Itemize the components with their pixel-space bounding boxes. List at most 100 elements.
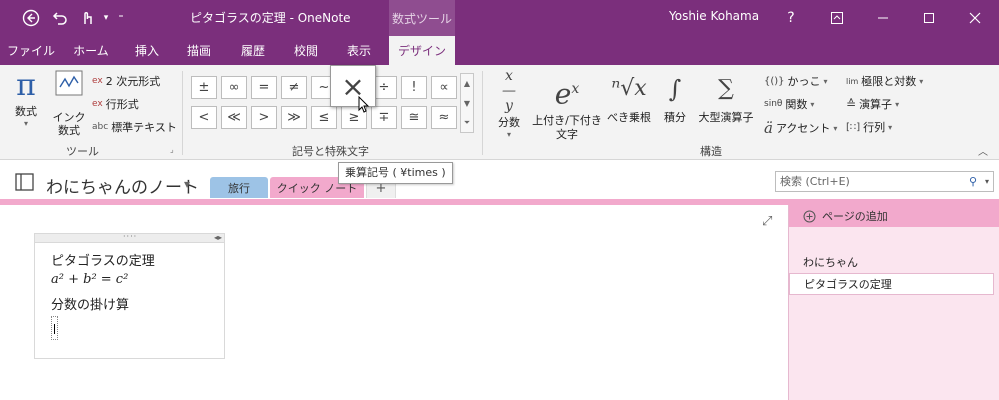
chevron-down-icon: ▾ — [888, 122, 893, 132]
symbol-approx[interactable]: ≈ — [431, 106, 457, 129]
symbol-much-less-than[interactable]: ≪ — [221, 106, 247, 129]
symbol-factorial[interactable]: ! — [401, 76, 427, 99]
search-icon[interactable]: ⚲ — [969, 172, 977, 191]
bracket-button[interactable]: {()} かっこ ▾ — [764, 73, 828, 89]
note-drag-handle[interactable]: ···· ◂▸ — [35, 232, 224, 243]
professional-button[interactable]: ex 2 次元形式 — [92, 73, 160, 89]
note-container[interactable]: ···· ◂▸ ピタゴラスの定理 a² + b² = c² 分数の掛け算 — [34, 232, 225, 359]
symbol-greater-than[interactable]: > — [251, 106, 277, 129]
operator-label: 演算子 — [859, 98, 893, 111]
symbol-plus-minus[interactable]: ± — [191, 76, 217, 99]
fraction-label: 分数 — [498, 116, 520, 129]
equation-placeholder[interactable] — [51, 316, 58, 340]
user-name[interactable]: Yoshie Kohama — [669, 9, 759, 23]
symbol-not-equal[interactable]: ≠ — [281, 76, 307, 99]
customize-quick-access-icon[interactable]: ⁼ — [114, 0, 128, 36]
normal-text-button[interactable]: abc 標準テキスト — [92, 119, 177, 135]
ink-equation-icon — [50, 69, 88, 111]
equation-line[interactable]: a² + b² = c² — [51, 272, 128, 287]
symbol-much-greater-than[interactable]: ≫ — [281, 106, 307, 129]
function-icon: sinθ — [764, 99, 783, 109]
symbol-minus-plus[interactable]: ∓ — [371, 106, 397, 129]
ribbon-display-options-icon[interactable] — [814, 0, 860, 36]
symbol-less-than[interactable]: < — [191, 106, 217, 129]
page-item[interactable]: わにちゃん — [789, 251, 994, 273]
chevron-down-icon: ▾ — [506, 130, 511, 139]
expand-page-icon[interactable]: ⤢ — [762, 214, 772, 229]
tab-history[interactable]: 履歴 — [226, 36, 280, 65]
section-tab-travel[interactable]: 旅行 — [210, 177, 268, 198]
symbol-gallery-scroll[interactable]: ▲ ▼ ⏷ — [460, 73, 474, 133]
integral-button[interactable]: ∫ 積分 — [658, 69, 692, 125]
chevron-down-icon: ▾ — [895, 99, 900, 109]
hovered-symbol-times[interactable]: × — [330, 65, 376, 113]
group-label-structures: 構造 — [700, 145, 722, 158]
help-button[interactable]: ? — [768, 0, 814, 36]
note-text-line[interactable]: 分数の掛け算 — [51, 294, 129, 313]
fraction-button[interactable]: x — y 分数 ▾ — [492, 69, 526, 140]
linear-button[interactable]: ex 行形式 — [92, 96, 139, 112]
resize-arrows-icon[interactable]: ◂▸ — [214, 233, 222, 242]
page-list-pane: ページの追加 わにちゃん ピタゴラスの定理 — [788, 205, 999, 400]
undo-icon[interactable] — [49, 0, 71, 36]
tab-design[interactable]: デザイン — [389, 36, 455, 65]
tab-review[interactable]: 校閲 — [280, 36, 332, 65]
chevron-down-icon[interactable]: ▾ — [99, 0, 113, 36]
matrix-button[interactable]: [∷] 行列 ▾ — [846, 119, 892, 135]
chevron-down-icon[interactable]: ▾ — [985, 172, 989, 191]
search-placeholder: 検索 (Ctrl+E) — [780, 175, 850, 188]
note-title-line[interactable]: ピタゴラスの定理 — [51, 250, 155, 269]
minimize-icon[interactable] — [860, 0, 906, 36]
notebook-name[interactable]: わにちゃんのノート — [46, 173, 199, 198]
chevron-down-icon: ▾ — [810, 99, 815, 109]
close-icon[interactable] — [952, 0, 998, 36]
chevron-down-icon: ▾ — [823, 76, 828, 86]
script-label-1: 上付き/下付き — [532, 114, 602, 128]
function-label: 関数 — [785, 98, 808, 111]
title-bar: ▾ ⁼ ピタゴラスの定理 - OneNote 数式ツール Yoshie Koha… — [0, 0, 999, 36]
large-operator-button[interactable]: ∑ 大型演算子 — [694, 69, 758, 125]
search-input[interactable]: 検索 (Ctrl+E) ⚲ ▾ — [775, 171, 994, 192]
professional-label: 2 次元形式 — [105, 75, 161, 88]
tab-home[interactable]: ホーム — [60, 36, 122, 65]
integral-label: 積分 — [664, 111, 686, 124]
symbol-equals[interactable]: = — [251, 76, 277, 99]
symbol-gallery: ± ∞ = ≠ ~ × ÷ ! ∝ < ≪ > ≫ ≤ ≥ ∓ ≅ ≈ — [187, 73, 462, 133]
operator-button[interactable]: ≙ 演算子 ▾ — [846, 96, 899, 112]
symbol-less-equal[interactable]: ≤ — [311, 106, 337, 129]
symbol-congruent[interactable]: ≅ — [401, 106, 427, 129]
sum-icon: ∑ — [718, 76, 734, 101]
limit-icon: lim — [846, 76, 859, 86]
dialog-launcher-icon[interactable]: ⌟ — [170, 145, 174, 154]
limit-log-button[interactable]: lim 極限と対数 ▾ — [846, 73, 923, 89]
group-separator — [182, 71, 183, 155]
add-icon — [803, 210, 816, 222]
function-button[interactable]: sinθ 関数 ▾ — [764, 96, 814, 112]
maximize-icon[interactable] — [906, 0, 952, 36]
scroll-up-icon[interactable]: ▲ — [461, 74, 473, 94]
radical-label: べき乗根 — [607, 111, 651, 124]
script-label-2: 文字 — [556, 128, 578, 142]
touch-mode-icon[interactable] — [76, 0, 98, 36]
gallery-more-icon[interactable]: ⏷ — [461, 114, 473, 132]
accent-button[interactable]: ä アクセント ▾ — [764, 119, 837, 137]
collapse-ribbon-icon[interactable]: ︿ — [978, 143, 988, 158]
chevron-down-icon[interactable]: ▾ — [184, 177, 190, 191]
accent-icon: ä — [764, 119, 773, 137]
add-page-button[interactable]: ページの追加 — [789, 205, 999, 227]
radical-button[interactable]: ⁿ√x べき乗根 — [606, 69, 652, 125]
symbol-proportional[interactable]: ∝ — [431, 76, 457, 99]
ink-equation-button[interactable]: インク 数式 — [50, 69, 88, 137]
scroll-down-icon[interactable]: ▼ — [461, 94, 473, 114]
ribbon: π 数式 ▾ インク 数式 ex 2 次元形式 ex 行形式 abc 標準テキス… — [0, 65, 999, 160]
group-label-tools: ツール — [66, 145, 99, 158]
back-arrow-icon[interactable] — [18, 0, 44, 36]
tab-insert[interactable]: 挿入 — [122, 36, 172, 65]
tab-draw[interactable]: 描画 — [172, 36, 226, 65]
tab-view[interactable]: 表示 — [332, 36, 386, 65]
symbol-infinity[interactable]: ∞ — [221, 76, 247, 99]
equation-button[interactable]: π 数式 ▾ — [8, 69, 44, 129]
tab-file[interactable]: ファイル — [2, 36, 60, 65]
script-button[interactable]: ex 上付き/下付き 文字 — [530, 69, 604, 141]
page-item-selected[interactable]: ピタゴラスの定理 — [789, 273, 994, 295]
